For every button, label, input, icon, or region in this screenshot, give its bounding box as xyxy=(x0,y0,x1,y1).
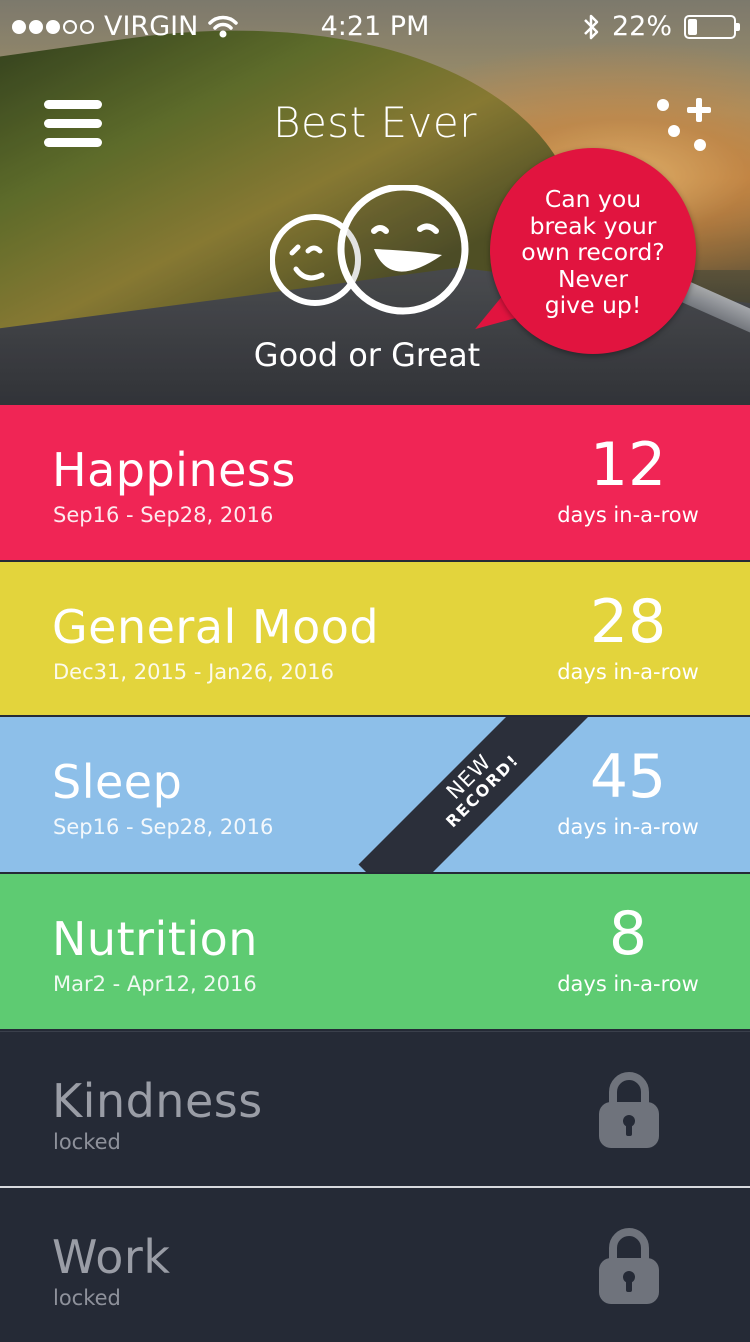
streak-row-happiness[interactable]: Happiness Sep16 - Sep28, 2016 12 days in… xyxy=(0,405,750,560)
status-bar: VIRGIN 4:21 PM 22% xyxy=(0,0,750,52)
happy-faces-icon xyxy=(270,185,469,315)
lock-icon xyxy=(599,1072,659,1148)
streak-row-work[interactable]: Work locked xyxy=(0,1186,750,1340)
streak-count: 8 xyxy=(608,899,648,969)
motivation-bubble: Can you break your own record? Never giv… xyxy=(465,148,696,354)
streak-list: Happiness Sep16 - Sep28, 2016 12 days in… xyxy=(0,405,750,1342)
streak-count: 12 xyxy=(589,430,667,500)
streak-name: Nutrition xyxy=(52,912,258,966)
streak-dates: Mar2 - Apr12, 2016 xyxy=(53,972,257,996)
streak-unit: days in-a-row xyxy=(557,503,699,527)
streak-dates: Sep16 - Sep28, 2016 xyxy=(53,503,274,527)
streak-name: Sleep xyxy=(52,755,183,809)
streak-name: Work xyxy=(52,1230,171,1284)
streak-name: Happiness xyxy=(52,443,296,497)
bubble-text: Can you break your own record? Never giv… xyxy=(521,185,665,319)
streak-count: 45 xyxy=(589,742,667,812)
battery-icon xyxy=(684,14,740,39)
streak-unit: days in-a-row xyxy=(557,660,699,684)
lock-icon xyxy=(599,1228,659,1304)
streak-status: locked xyxy=(53,1130,121,1154)
streak-unit: days in-a-row xyxy=(557,815,699,839)
streak-status: locked xyxy=(53,1286,121,1310)
streak-row-kindness[interactable]: Kindness locked xyxy=(0,1031,750,1184)
streak-unit: days in-a-row xyxy=(557,972,699,996)
battery-percent: 22% xyxy=(611,11,672,42)
bluetooth-icon xyxy=(584,14,599,39)
streak-row-general-mood[interactable]: General Mood Dec31, 2015 - Jan26, 2016 2… xyxy=(0,562,750,715)
streak-dates: Dec31, 2015 - Jan26, 2016 xyxy=(53,660,334,684)
streak-row-sleep[interactable]: Sleep Sep16 - Sep28, 2016 NEW RECORD! 45… xyxy=(0,717,750,872)
streak-count: 28 xyxy=(589,587,667,657)
streak-name: Kindness xyxy=(52,1074,263,1128)
streak-name: General Mood xyxy=(52,600,380,654)
hero-header: VIRGIN 4:21 PM 22% Best Ever Good or Gre… xyxy=(0,0,750,405)
streak-dates: Sep16 - Sep28, 2016 xyxy=(53,815,274,839)
page-title: Best Ever xyxy=(272,98,478,147)
streak-row-nutrition[interactable]: Nutrition Mar2 - Apr12, 2016 8 days in-a… xyxy=(0,874,750,1029)
